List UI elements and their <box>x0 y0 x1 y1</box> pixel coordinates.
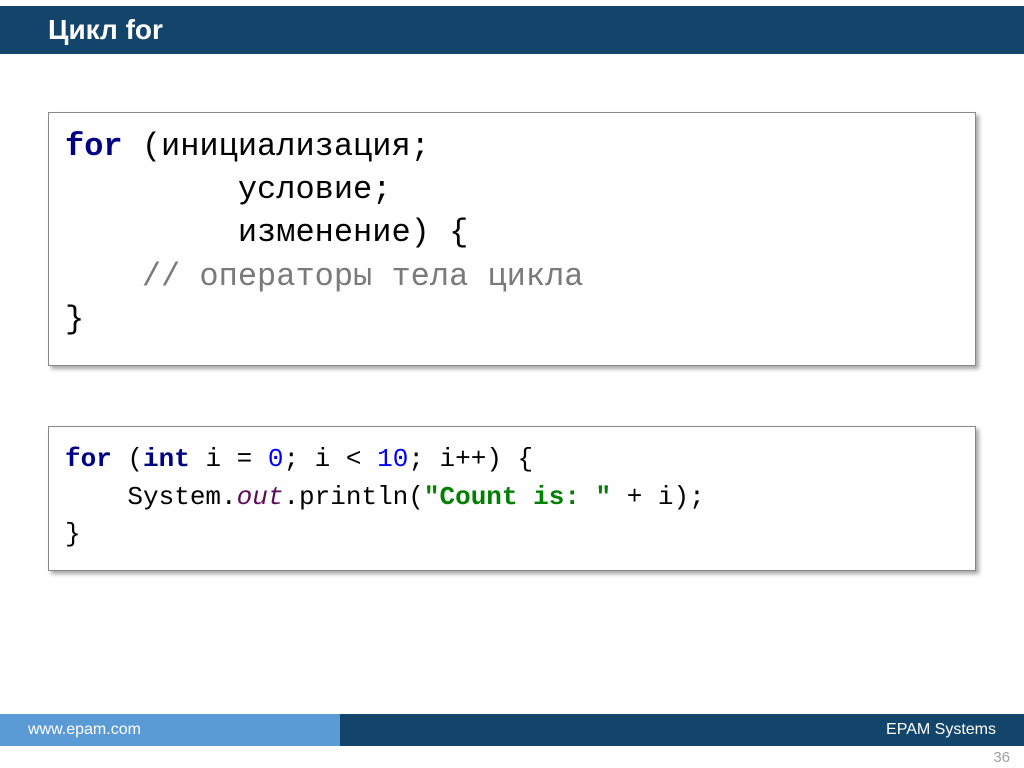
code-token: } <box>65 301 84 338</box>
code-token: for <box>65 128 123 165</box>
code-token: ( <box>112 444 143 474</box>
slide-footer: www.epam.com EPAM Systems <box>0 714 1024 746</box>
code-token: условие; <box>65 171 391 208</box>
code-token: + i); <box>611 482 705 512</box>
code-block-example: for (int i = 0; i < 10; i++) { System.ou… <box>48 426 976 571</box>
slide-header: Цикл for <box>0 0 1024 54</box>
code-token: ; i++) { <box>408 444 533 474</box>
code-token: System. <box>65 482 237 512</box>
code-token: .println( <box>283 482 423 512</box>
code-block-syntax: for (инициализация; условие; изменение) … <box>48 112 976 366</box>
page-number: 36 <box>993 749 1010 766</box>
footer-company: EPAM Systems <box>340 714 1024 746</box>
code-token: ; i < <box>283 444 377 474</box>
code-token: (инициализация; <box>123 128 430 165</box>
code-token: 10 <box>377 444 408 474</box>
footer-url: www.epam.com <box>0 714 340 746</box>
code-token: i = <box>190 444 268 474</box>
code-token: for <box>65 444 112 474</box>
code-token: out <box>237 482 284 512</box>
code-token: изменение) { <box>65 214 468 251</box>
code-token: // операторы тела цикла <box>65 258 583 295</box>
slide-content: for (инициализация; условие; изменение) … <box>0 54 1024 571</box>
code-token: "Count is: " <box>424 482 611 512</box>
slide-title: Цикл for <box>48 14 163 46</box>
code-token: } <box>65 519 81 549</box>
code-token: 0 <box>268 444 284 474</box>
code-token: int <box>143 444 190 474</box>
